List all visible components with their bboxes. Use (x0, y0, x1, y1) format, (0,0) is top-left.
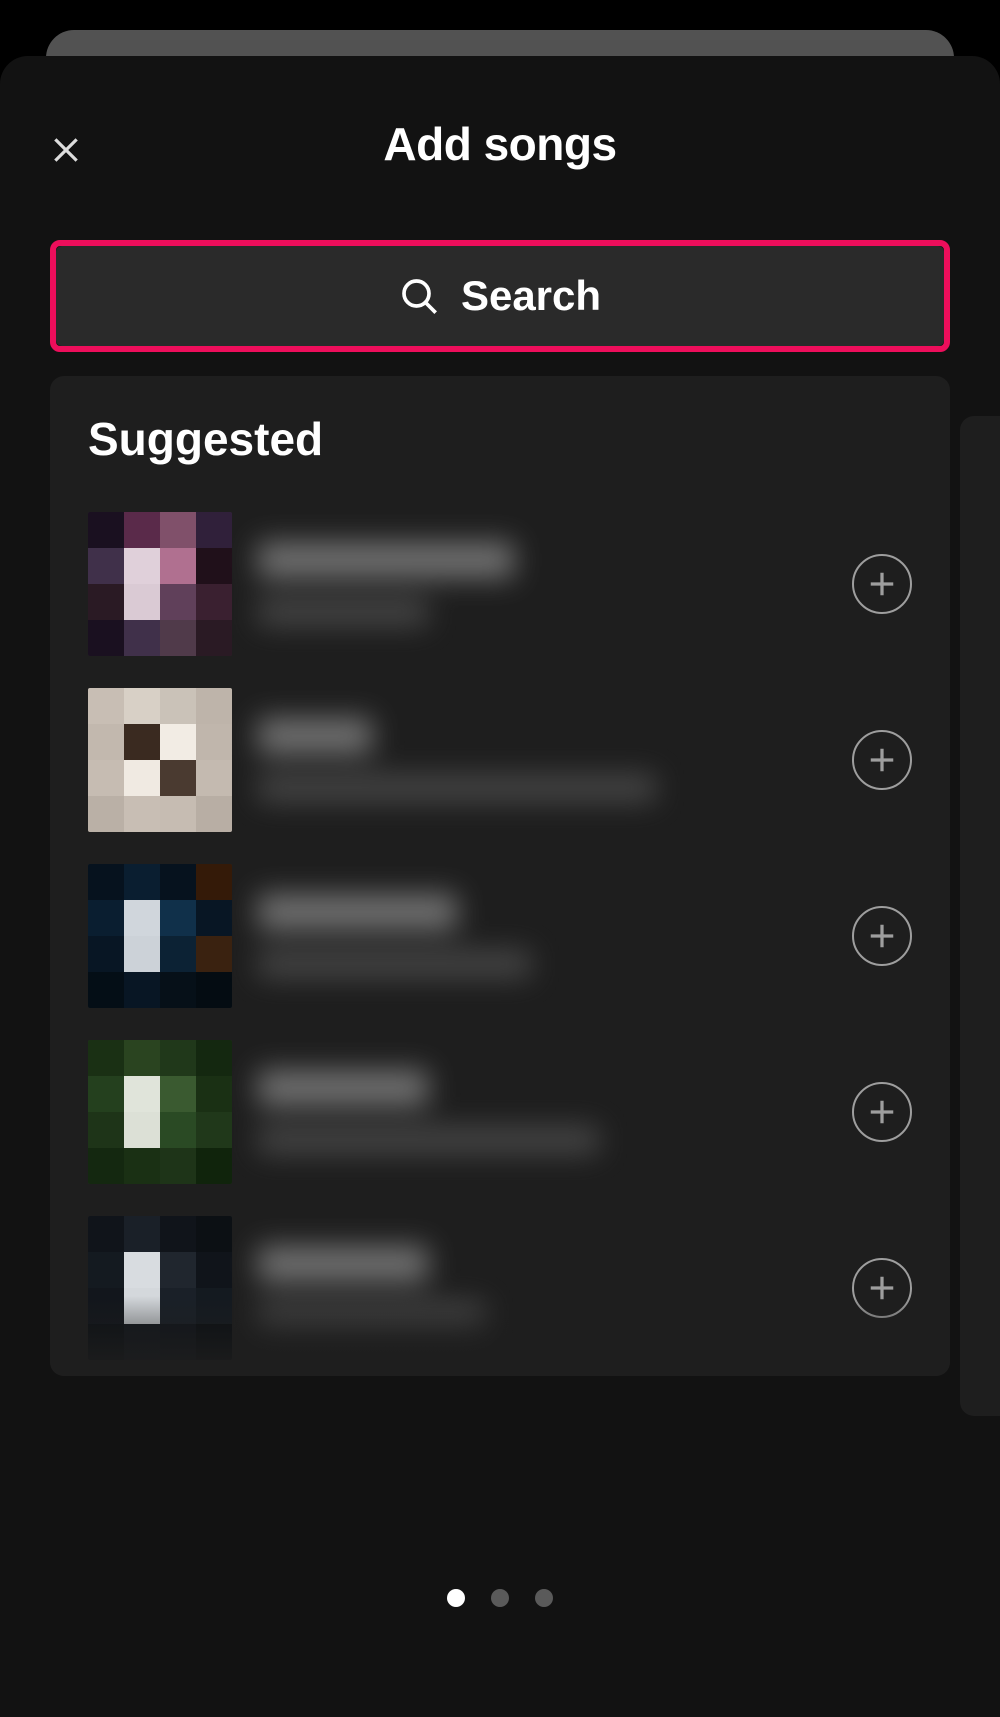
album-art (88, 512, 232, 656)
add-song-button[interactable] (852, 554, 912, 614)
song-title (258, 894, 457, 930)
search-highlight: Search (50, 240, 950, 352)
plus-icon (867, 745, 897, 775)
song-meta (258, 894, 826, 978)
song-row[interactable] (80, 848, 920, 1024)
song-row[interactable] (80, 496, 920, 672)
song-row[interactable] (80, 1024, 920, 1200)
song-meta (258, 718, 826, 802)
song-meta (258, 1246, 826, 1330)
close-button[interactable] (44, 128, 88, 172)
plus-icon (867, 921, 897, 951)
song-title (258, 718, 372, 754)
next-card-peek[interactable] (960, 416, 1000, 1416)
plus-icon (867, 1097, 897, 1127)
suggested-card: Suggested (50, 376, 950, 1376)
page-dot[interactable] (535, 1589, 553, 1607)
song-title (258, 1070, 428, 1106)
song-subtitle (258, 1302, 485, 1330)
add-song-button[interactable] (852, 906, 912, 966)
song-subtitle (258, 774, 656, 802)
song-subtitle (258, 1126, 599, 1154)
album-art (88, 688, 232, 832)
song-subtitle (258, 598, 428, 626)
page-dot[interactable] (447, 1589, 465, 1607)
add-song-button[interactable] (852, 1258, 912, 1318)
song-title (258, 542, 514, 578)
add-song-button[interactable] (852, 730, 912, 790)
plus-icon (867, 569, 897, 599)
song-title (258, 1246, 428, 1282)
search-icon (399, 276, 439, 316)
modal-sheet: Add songs Search Suggested (0, 56, 1000, 1717)
section-title: Suggested (80, 412, 920, 466)
song-row[interactable] (80, 1200, 920, 1376)
add-song-button[interactable] (852, 1082, 912, 1142)
album-art (88, 1040, 232, 1184)
close-icon (50, 134, 82, 166)
search-label: Search (461, 272, 601, 320)
album-art (88, 864, 232, 1008)
search-button[interactable]: Search (56, 246, 944, 346)
song-row[interactable] (80, 672, 920, 848)
page-dot[interactable] (491, 1589, 509, 1607)
page-title: Add songs (383, 117, 616, 171)
album-art (88, 1216, 232, 1360)
plus-icon (867, 1273, 897, 1303)
header: Add songs (0, 84, 1000, 204)
song-subtitle (258, 950, 531, 978)
pagination-dots (0, 1589, 1000, 1607)
song-meta (258, 542, 826, 626)
song-meta (258, 1070, 826, 1154)
